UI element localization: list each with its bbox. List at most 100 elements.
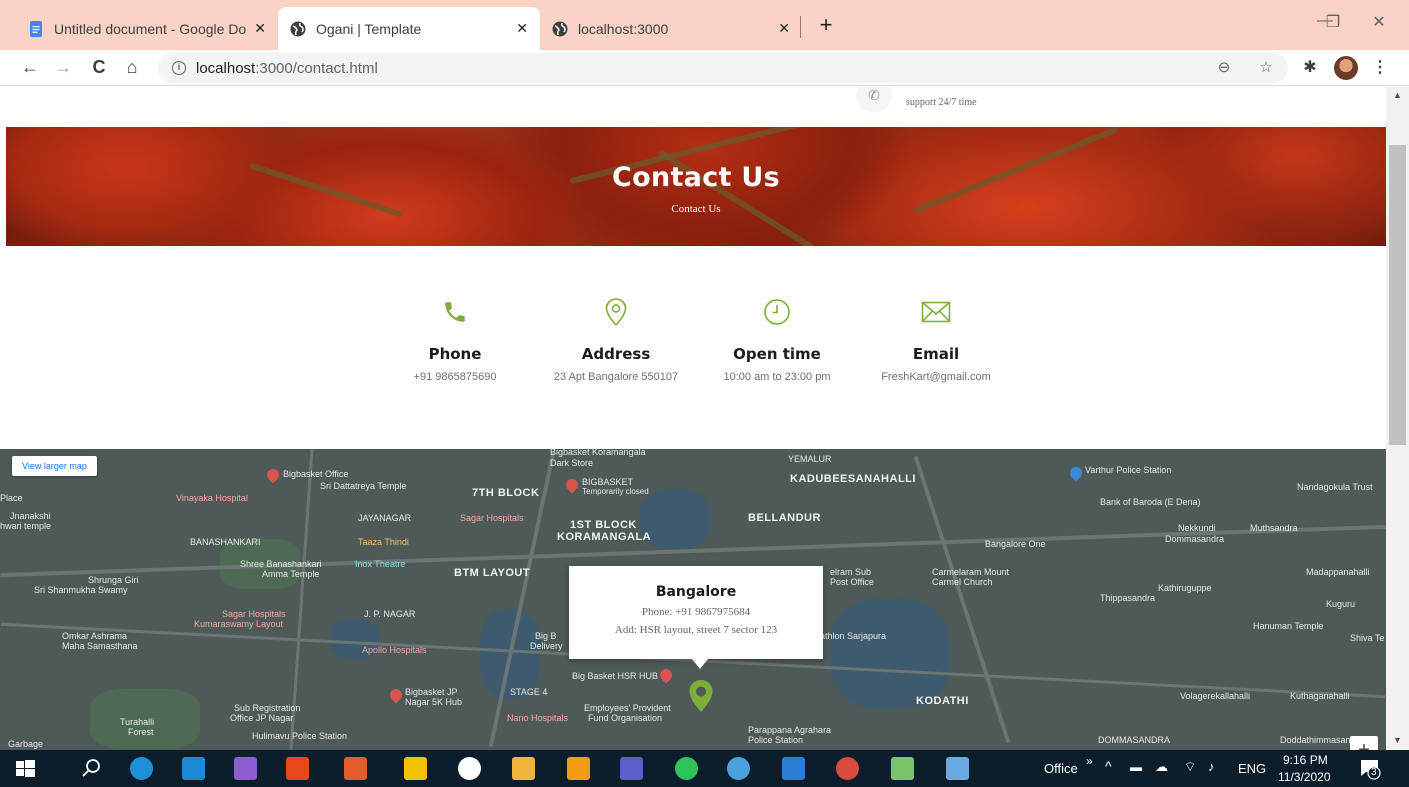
- map-label: BIGBASKET: [582, 477, 634, 487]
- tab-title: localhost:3000: [578, 20, 669, 37]
- tab-close-icon[interactable]: ✕: [778, 20, 790, 37]
- tab-close-icon[interactable]: ✕: [516, 20, 528, 37]
- map-label: Big B: [535, 631, 557, 641]
- window-close-button[interactable]: ✕: [1356, 12, 1402, 32]
- map-label: Delivery: [530, 641, 563, 651]
- chevron-right-icon[interactable]: »: [1086, 754, 1093, 768]
- contact-label: Phone: [428, 345, 482, 363]
- whatsapp-icon[interactable]: [675, 757, 698, 780]
- browser-menu-icon[interactable]: ⋮: [1368, 56, 1392, 80]
- map-label: DOMMASANDRA: [1098, 735, 1171, 745]
- map-label: Dark Store: [550, 458, 594, 468]
- store-pin-icon: [563, 476, 581, 494]
- map-label: Office JP Nagar: [230, 713, 294, 723]
- address-bar[interactable]: i localhost:3000/contact.html ⊖ ☆: [158, 53, 1288, 83]
- map-label: Taaza Thindi: [358, 537, 409, 547]
- bookmark-star-icon[interactable]: ☆: [1254, 53, 1278, 83]
- profile-avatar[interactable]: [1334, 56, 1358, 80]
- codeblocks-icon[interactable]: [344, 757, 367, 780]
- sticky-notes-icon[interactable]: [404, 757, 427, 780]
- r-studio-icon[interactable]: [727, 757, 750, 780]
- map-label: Madappanahalli: [1306, 567, 1370, 577]
- clock-time[interactable]: 9:16 PM: [1283, 753, 1328, 767]
- site-info-icon[interactable]: i: [172, 61, 186, 75]
- clock-icon: [692, 297, 862, 327]
- contact-phone: Phone +91 9865875690: [370, 297, 540, 383]
- map-label: KORAMANGALA: [557, 531, 652, 543]
- tab-title: Ogani | Template: [316, 20, 422, 37]
- office-icon[interactable]: [286, 757, 309, 780]
- tab-close-icon[interactable]: ✕: [254, 20, 266, 37]
- globe-icon: [552, 21, 568, 37]
- sublime-text-icon[interactable]: [567, 757, 590, 780]
- tab-ogani-template[interactable]: Ogani | Template ✕: [278, 7, 540, 50]
- zoom-icon[interactable]: ⊖: [1212, 53, 1236, 83]
- map-label: 7TH BLOCK: [472, 487, 540, 499]
- language-indicator[interactable]: ENG: [1238, 761, 1266, 776]
- chrome-icon[interactable]: [836, 757, 859, 780]
- scrollbar-thumb[interactable]: [1389, 145, 1406, 445]
- restore-button[interactable]: ❐: [1310, 12, 1356, 32]
- map-label: Varthur Police Station: [1085, 465, 1172, 475]
- contact-email: Email FreshKart@gmail.com: [851, 297, 1021, 383]
- view-larger-map-link[interactable]: View larger map: [12, 456, 97, 476]
- new-tab-button[interactable]: +: [812, 12, 840, 38]
- store-pin-icon: [387, 686, 405, 704]
- page-title: Contact Us: [611, 162, 781, 193]
- tab-localhost[interactable]: localhost:3000 ✕: [540, 7, 802, 50]
- map-label: Bigbasket Koramangala: [550, 449, 646, 457]
- reload-button[interactable]: C: [86, 54, 112, 80]
- map-label: Shiva Te: [1350, 633, 1385, 643]
- windows-start-icon[interactable]: [14, 757, 37, 780]
- contact-label: Open time: [733, 345, 821, 363]
- clock-date[interactable]: 11/3/2020: [1278, 770, 1331, 784]
- search-icon[interactable]: [80, 757, 103, 780]
- scroll-down-arrow-icon[interactable]: ▼: [1386, 735, 1409, 745]
- browser-tab-strip: Untitled document - Google Doc ✕ Ogani |…: [0, 0, 1409, 50]
- map-label: Big Basket HSR HUB: [572, 671, 659, 681]
- paint-icon[interactable]: [946, 757, 969, 780]
- page-scrollbar[interactable]: ▲ ▼: [1386, 87, 1409, 750]
- map-label: Omkar Ashrama: [62, 631, 128, 641]
- map-label: Apollo Hospitals: [362, 645, 427, 655]
- breadcrumb-hero: Contact Us Contact Us: [6, 127, 1386, 246]
- map-label: elram Sub: [830, 567, 872, 577]
- file-explorer-icon[interactable]: [512, 757, 535, 780]
- map-label: JAYANAGAR: [358, 513, 412, 523]
- map-label: Nano Hospitals: [507, 713, 569, 723]
- vscode-icon[interactable]: [182, 757, 205, 780]
- contact-label: Address: [581, 345, 651, 363]
- edge-browser-icon[interactable]: [130, 757, 153, 780]
- map-label: J. P. NAGAR: [364, 609, 416, 619]
- wifi-icon[interactable]: ⌔: [1184, 759, 1196, 775]
- notification-center-icon[interactable]: [1358, 757, 1381, 780]
- volume-icon[interactable]: ♪: [1208, 759, 1215, 774]
- tab-google-docs[interactable]: Untitled document - Google Doc ✕: [16, 7, 278, 50]
- teams-icon[interactable]: [620, 757, 643, 780]
- battery-icon[interactable]: ▬: [1130, 760, 1142, 774]
- app-window-icon[interactable]: [782, 757, 805, 780]
- map-label: Shrunga Giri: [88, 575, 139, 585]
- map-label: Turahalli: [120, 717, 155, 727]
- back-button[interactable]: ←: [17, 54, 43, 80]
- scroll-up-arrow-icon[interactable]: ▲: [1386, 90, 1409, 100]
- map-label: Nekkundi: [1178, 523, 1216, 533]
- google-map[interactable]: View larger map Bigbasket Koramangala Da…: [0, 449, 1386, 750]
- location-marker-icon[interactable]: [688, 679, 714, 713]
- phone-icon: [370, 297, 540, 327]
- extensions-icon[interactable]: ✱: [1298, 56, 1322, 80]
- tab-separator: [800, 16, 801, 38]
- map-label: Carmel Church: [932, 577, 993, 587]
- home-button[interactable]: ⌂: [119, 54, 145, 80]
- github-icon[interactable]: [458, 757, 481, 780]
- cloud-icon[interactable]: ☁: [1155, 759, 1168, 775]
- forward-button[interactable]: →: [50, 54, 76, 80]
- visual-studio-icon[interactable]: [234, 757, 257, 780]
- chevron-up-icon[interactable]: ^: [1105, 758, 1112, 774]
- office-toolbar-label[interactable]: Office: [1044, 761, 1078, 776]
- map-label: Shree Banashankari: [240, 559, 322, 569]
- mail-icon: [851, 297, 1021, 327]
- map-zoom-in-button[interactable]: +: [1350, 736, 1378, 750]
- map-label: hwari temple: [0, 521, 52, 531]
- notepad-icon[interactable]: [891, 757, 914, 780]
